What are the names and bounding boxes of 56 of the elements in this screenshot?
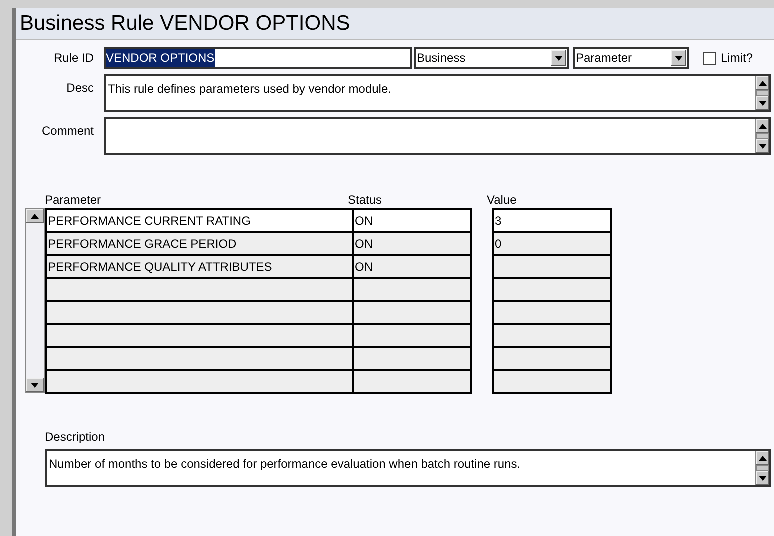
limit-label: Limit? <box>721 50 754 67</box>
table-cell[interactable] <box>47 302 354 325</box>
table-cell[interactable] <box>494 325 612 348</box>
table-cell[interactable]: ON <box>354 256 472 279</box>
table-cell[interactable] <box>354 279 472 302</box>
scroll-up-icon[interactable] <box>756 451 769 465</box>
scroll-down-icon[interactable] <box>26 378 44 392</box>
table-cell[interactable] <box>494 371 612 394</box>
column-header: Value <box>487 192 517 205</box>
scrollbar[interactable] <box>755 119 769 153</box>
description-field-text: Number of months to be considered for performance evaluation when batch routine runs. <box>49 457 521 471</box>
table-cell[interactable] <box>494 279 612 302</box>
field-label: Desc <box>66 80 94 97</box>
scroll-up-icon[interactable] <box>26 209 44 223</box>
table-cell[interactable] <box>354 302 472 325</box>
table-cell[interactable] <box>354 348 472 371</box>
scrollbar[interactable] <box>755 76 769 110</box>
column-header: Parameter <box>45 192 102 205</box>
table-cell[interactable] <box>354 371 472 394</box>
desc-field[interactable]: This rule defines parameters used by vendor module. <box>104 74 771 112</box>
comment-field[interactable] <box>104 117 771 155</box>
scroll-thumb[interactable] <box>756 465 769 471</box>
field-label: Comment <box>40 123 94 140</box>
rule-id-field[interactable]: VENDOR OPTIONS <box>104 47 412 69</box>
table-cell[interactable]: PERFORMANCE QUALITY ATTRIBUTES <box>47 256 354 279</box>
dropdown[interactable]: Business <box>414 47 569 69</box>
scroll-up-icon[interactable] <box>756 76 769 90</box>
table-cell[interactable] <box>494 302 612 325</box>
scroll-down-icon[interactable] <box>756 96 769 110</box>
table-cell[interactable]: PERFORMANCE GRACE PERIOD <box>47 233 354 256</box>
table-cell[interactable] <box>47 371 354 394</box>
dropdown[interactable]: Parameter <box>573 47 689 69</box>
table-cell[interactable] <box>494 348 612 371</box>
table-cell[interactable]: 3 <box>494 210 612 233</box>
desc-field-text: This rule defines parameters used by vendor module. <box>108 82 392 96</box>
table-cell[interactable] <box>47 325 354 348</box>
limit-checkbox[interactable] <box>703 52 716 64</box>
scrollbar[interactable] <box>755 451 769 485</box>
description-field[interactable]: Number of months to be considered for performance evaluation when batch routine runs. <box>45 449 771 487</box>
table-cell[interactable] <box>354 325 472 348</box>
scroll-down-icon[interactable] <box>756 139 769 153</box>
column-header: Status <box>348 192 384 205</box>
table-cell[interactable] <box>47 279 354 302</box>
table-cell[interactable] <box>47 348 354 371</box>
table-cell[interactable]: 0 <box>494 233 612 256</box>
table-cell[interactable]: ON <box>354 233 472 256</box>
scroll-thumb[interactable] <box>756 90 769 96</box>
table-cell[interactable] <box>494 256 612 279</box>
window-title: Business Rule VENDOR OPTIONS <box>20 10 350 37</box>
scroll-thumb[interactable] <box>756 133 769 139</box>
table-cell[interactable]: ON <box>354 210 472 233</box>
scroll-up-icon[interactable] <box>756 119 769 133</box>
table-cell[interactable]: PERFORMANCE CURRENT RATING <box>47 210 354 233</box>
description-label: Description <box>45 430 106 444</box>
scroll-down-icon[interactable] <box>756 471 769 485</box>
field-label: Rule ID <box>52 50 94 67</box>
